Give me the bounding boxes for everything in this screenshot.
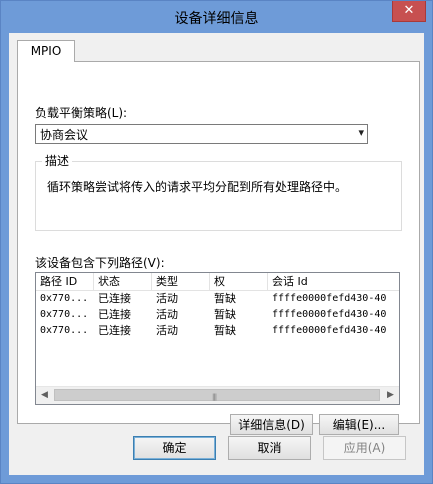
chevron-down-icon[interactable]: ▾ [358, 126, 364, 139]
column-type[interactable]: 类型 [152, 273, 210, 290]
device-details-dialog: 设备详细信息 ✕ MPIO 负载平衡策略(L): 协商会议 ▾ 描述 循环策略尝… [0, 0, 433, 484]
table-row[interactable]: 0x770... 已连接 活动 暂缺 ffffe0000fefd430-40 [36, 307, 399, 323]
tab-mpio[interactable]: MPIO [17, 40, 75, 62]
path-id-cell: 0x770... [40, 309, 89, 320]
session-id-cell: ffffe0000fefd430-40 [272, 293, 387, 304]
session-id-cell: ffffe0000fefd430-40 [272, 325, 387, 336]
cancel-button[interactable]: 取消 [228, 436, 311, 460]
description-text: 循环策略尝试将传入的请求平均分配到所有处理路径中。 [47, 180, 348, 194]
close-icon[interactable]: ✕ [392, 1, 426, 22]
window-title: 设备详细信息 [174, 11, 259, 27]
load-balance-policy-label: 负载平衡策略(L): [35, 106, 128, 120]
column-weight[interactable]: 权 [210, 273, 268, 290]
selected-policy: 协商会议 [40, 128, 89, 142]
type-cell: 活动 [156, 308, 178, 321]
ok-button[interactable]: 确定 [133, 436, 216, 460]
scroll-right-icon[interactable]: ▶ [382, 387, 399, 404]
type-cell: 活动 [156, 324, 178, 337]
paths-listview[interactable]: 路径 ID 状态 类型 权 会话 Id 0x770... 已连接 活动 暂缺 f… [35, 272, 400, 405]
path-id-cell: 0x770... [40, 325, 89, 336]
path-id-cell: 0x770... [40, 293, 89, 304]
apply-button[interactable]: 应用(A) [323, 436, 406, 460]
load-balance-policy-select[interactable]: 协商会议 ▾ [35, 124, 368, 144]
type-cell: 活动 [156, 292, 178, 305]
column-path-id[interactable]: 路径 ID [36, 273, 94, 290]
weight-cell: 暂缺 [214, 308, 236, 321]
horizontal-scrollbar[interactable]: ◀ ||| ▶ [36, 386, 399, 404]
status-cell: 已连接 [98, 292, 131, 305]
title-bar[interactable]: 设备详细信息 ✕ [1, 1, 432, 33]
session-id-cell: ffffe0000fefd430-40 [272, 309, 387, 320]
column-session-id[interactable]: 会话 Id [268, 273, 399, 290]
scroll-thumb[interactable]: ||| [54, 389, 380, 401]
column-status[interactable]: 状态 [94, 273, 152, 290]
status-cell: 已连接 [98, 324, 131, 337]
table-row[interactable]: 0x770... 已连接 活动 暂缺 ffffe0000fefd430-40 [36, 323, 399, 339]
paths-header: 路径 ID 状态 类型 权 会话 Id [36, 273, 399, 291]
description-group [35, 161, 402, 231]
weight-cell: 暂缺 [214, 324, 236, 337]
edit-button[interactable]: 编辑(E)... [319, 414, 399, 435]
grip-icon: ||| [212, 393, 217, 401]
mpio-tab-panel: 负载平衡策略(L): 协商会议 ▾ 描述 循环策略尝试将传入的请求平均分配到所有… [17, 61, 420, 435]
table-row[interactable]: 0x770... 已连接 活动 暂缺 ffffe0000fefd430-40 [36, 291, 399, 307]
details-button[interactable]: 详细信息(D) [230, 414, 313, 435]
paths-label: 该设备包含下列路径(V): [35, 256, 165, 270]
status-cell: 已连接 [98, 308, 131, 321]
weight-cell: 暂缺 [214, 292, 236, 305]
scroll-left-icon[interactable]: ◀ [36, 387, 53, 404]
description-title: 描述 [42, 152, 73, 169]
dialog-client-area: MPIO 负载平衡策略(L): 协商会议 ▾ 描述 循环策略尝试将传入的请求平均… [9, 33, 424, 475]
